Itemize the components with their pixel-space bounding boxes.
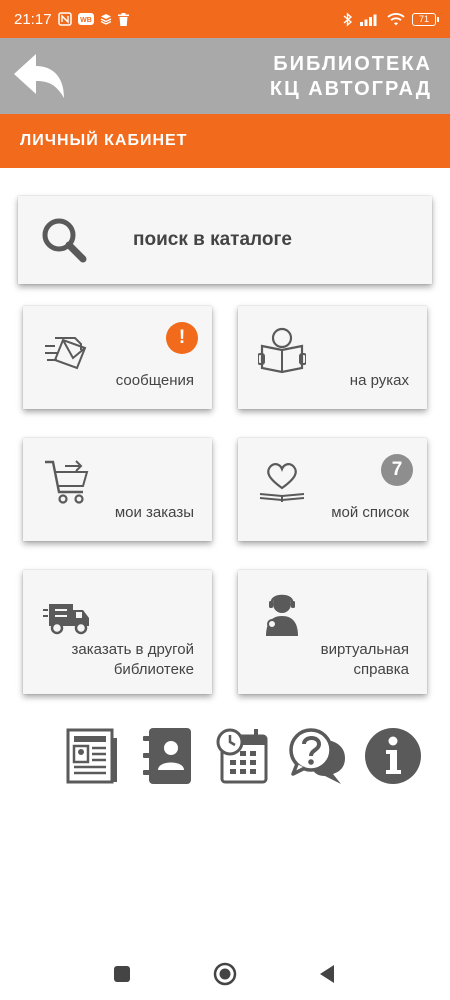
nfc-icon [57,12,72,26]
tile-orders[interactable]: мои заказы [23,438,212,541]
count-badge: 7 [381,454,413,486]
help-chat-icon [289,728,345,784]
envelope-icon [45,337,87,370]
back-button[interactable] [10,52,68,102]
search-label: поиск в каталоге [133,229,292,250]
triangle-back-icon [320,965,334,983]
signal-icon [360,13,380,26]
tile-label: заказать в другой библиотеке [72,640,194,680]
section-title: ЛИЧНЫЙ КАБИНЕТ [0,114,450,168]
battery-icon: 71 [412,12,439,26]
app-header: БИБЛИОТЕКА КЦ АВТОГРАД [0,38,450,114]
tile-label: мой список [331,504,409,521]
square-icon [114,966,130,982]
newspaper-icon [66,728,117,784]
cart-icon [45,460,89,504]
status-time: 21:17 [14,10,52,28]
tile-label-line2: библиотеке [113,661,194,678]
contacts-icon [143,728,191,784]
wifi-icon [387,12,405,26]
info-icon [365,728,421,784]
alert-badge: ! [166,322,198,354]
system-nav-bar [0,950,450,1000]
reader-icon [258,327,306,374]
trash-icon [117,12,129,26]
notification-app-icon: WB [77,12,94,26]
tile-other-library[interactable]: заказать в другой библиотеке [23,570,212,694]
svg-text:WB: WB [80,17,92,24]
info-button[interactable] [364,726,421,786]
tile-label-line2: справка [353,661,409,678]
tile-label: мои заказы [114,504,194,521]
tile-label: сообщения [115,372,194,389]
app-title: БИБЛИОТЕКА КЦ АВТОГРАД [270,52,432,102]
calendar-button[interactable] [214,726,270,786]
home-circle-icon [213,962,237,986]
tile-label-line1: заказать в другой [71,641,194,658]
bluetooth-icon [343,11,353,27]
tile-virtual-help[interactable]: виртуальная справка [238,570,427,694]
layers-icon [100,13,112,25]
newspaper-button[interactable] [66,726,122,786]
back-nav-button[interactable] [318,964,336,989]
librarian-icon [266,594,298,636]
search-icon [42,218,87,263]
status-bar: 21:17 WB 71 [0,0,450,38]
app-title-line2: КЦ АВТОГРАД [269,78,432,100]
truck-icon [43,604,89,635]
tile-on-hand[interactable]: на руках [238,306,427,409]
app-title-line1: БИБЛИОТЕКА [273,53,432,75]
calendar-clock-icon [216,728,268,784]
recent-apps-button[interactable] [113,965,131,988]
tile-label-line1: виртуальная [320,641,409,658]
contacts-button[interactable] [143,726,199,786]
heart-book-icon [259,463,305,502]
tile-label: виртуальная справка [321,640,409,680]
tile-messages[interactable]: ! сообщения [23,306,212,409]
tile-label: на руках [349,372,409,389]
tile-my-list[interactable]: 7 мой список [238,438,427,541]
back-arrow-icon [14,54,64,98]
help-button[interactable] [289,726,345,786]
home-button[interactable] [213,962,237,991]
catalog-search-button[interactable]: поиск в каталоге [18,196,432,284]
